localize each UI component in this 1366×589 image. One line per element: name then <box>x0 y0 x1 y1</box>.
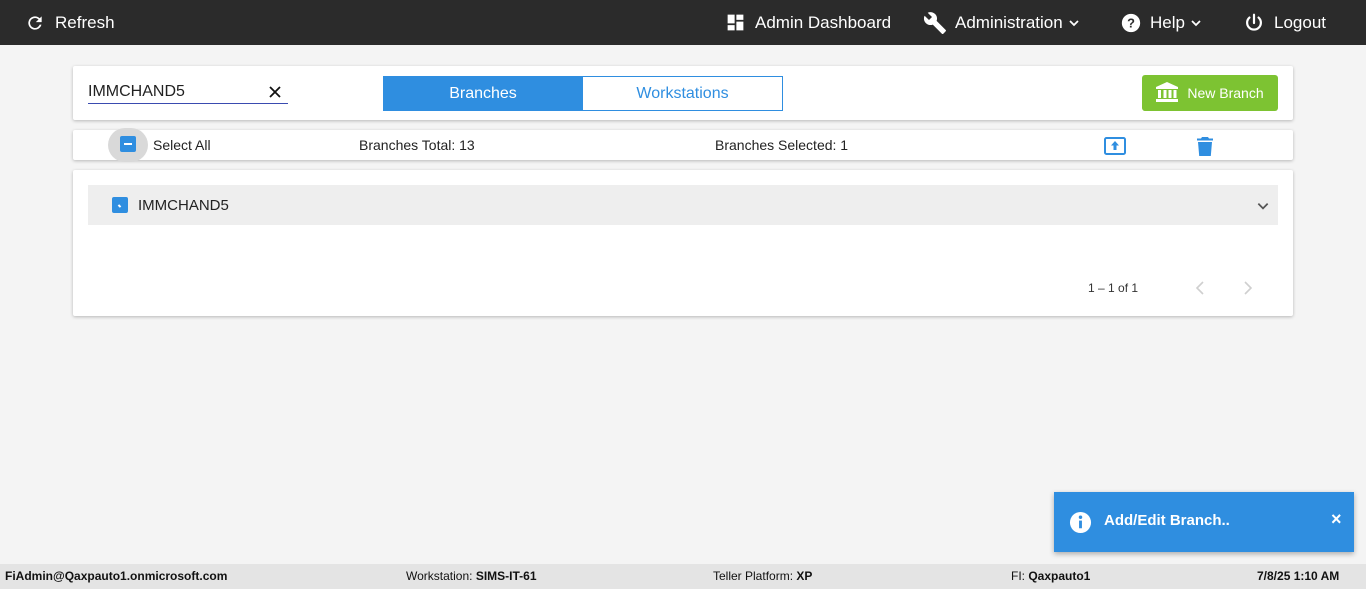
branch-list-card: IMMCHAND5 1 – 1 of 1 <box>73 170 1293 316</box>
select-all-checkbox[interactable] <box>120 136 136 152</box>
notification-toast: Add/Edit Branch.. × <box>1054 492 1354 552</box>
footer-fi-value: Qaxpauto1 <box>1028 569 1091 583</box>
power-icon <box>1243 12 1265 34</box>
help-icon: ? <box>1120 12 1142 34</box>
footer-teller-platform: Teller Platform: XP <box>713 569 812 583</box>
chevron-left-icon[interactable] <box>1193 280 1207 301</box>
footer-workstation-label: Workstation: <box>406 569 476 583</box>
chevron-down-icon <box>1068 17 1080 29</box>
tab-branches[interactable]: Branches <box>383 76 583 111</box>
refresh-icon <box>25 13 45 33</box>
footer-fi: FI: Qaxpauto1 <box>1011 569 1090 583</box>
logout-label: Logout <box>1274 12 1326 32</box>
branch-name: IMMCHAND5 <box>138 197 229 214</box>
footer-fi-label: FI: <box>1011 569 1029 583</box>
refresh-button[interactable]: Refresh <box>25 0 115 45</box>
pagination-range: 1 – 1 of 1 <box>1088 281 1139 295</box>
list-item[interactable]: IMMCHAND5 <box>88 185 1278 225</box>
tab-workstations[interactable]: Workstations <box>583 76 783 111</box>
branches-total: Branches Total: 13 <box>359 137 475 153</box>
footer-datetime: 7/8/25 1:10 AM <box>1257 569 1340 583</box>
new-branch-label: New Branch <box>1187 85 1264 101</box>
footer-teller-platform-value: XP <box>796 569 813 583</box>
search-toolbar-card: Branches Workstations New Branch <box>73 66 1293 120</box>
admin-dashboard-label: Admin Dashboard <box>755 12 892 32</box>
selection-bar: Select All Branches Total: 13 Branches S… <box>73 128 1293 162</box>
search-input[interactable] <box>88 82 258 102</box>
wrench-icon <box>923 11 947 35</box>
refresh-label: Refresh <box>55 12 115 32</box>
close-icon[interactable]: × <box>1331 509 1342 530</box>
clear-search-icon[interactable] <box>268 85 282 99</box>
footer-teller-platform-label: Teller Platform: <box>713 569 797 583</box>
logout-button[interactable]: Logout <box>1243 0 1326 45</box>
help-menu[interactable]: ? Help <box>1120 0 1202 45</box>
help-label: Help <box>1150 12 1185 32</box>
chevron-down-icon[interactable] <box>1256 199 1270 218</box>
delete-icon[interactable] <box>1197 137 1213 161</box>
chevron-down-icon <box>1190 17 1202 29</box>
upload-icon[interactable] <box>1104 137 1126 160</box>
new-branch-button[interactable]: New Branch <box>1142 75 1278 111</box>
dashboard-icon <box>725 12 746 33</box>
svg-text:?: ? <box>1127 15 1135 30</box>
chevron-right-icon[interactable] <box>1241 280 1255 301</box>
branches-selected: Branches Selected: 1 <box>715 137 849 153</box>
bank-icon <box>1156 81 1187 105</box>
top-navigation-bar: Refresh Admin Dashboard Administration ?… <box>0 0 1366 45</box>
info-icon <box>1069 511 1092 539</box>
footer-workstation-value: SIMS-IT-61 <box>475 569 537 583</box>
toast-message: Add/Edit Branch.. <box>1104 512 1230 529</box>
administration-label: Administration <box>955 12 1063 32</box>
footer-user: FiAdmin@Qaxpauto1.onmicrosoft.com <box>5 569 228 583</box>
select-all-label: Select All <box>153 137 211 153</box>
search-field <box>88 82 288 104</box>
view-tabs: Branches Workstations <box>383 76 783 111</box>
footer-workstation: Workstation: SIMS-IT-61 <box>406 569 537 583</box>
administration-menu[interactable]: Administration <box>923 0 1080 45</box>
status-footer: FiAdmin@Qaxpauto1.onmicrosoft.com Workst… <box>0 564 1366 589</box>
admin-dashboard-link[interactable]: Admin Dashboard <box>725 0 891 45</box>
row-checkbox[interactable] <box>112 197 128 213</box>
